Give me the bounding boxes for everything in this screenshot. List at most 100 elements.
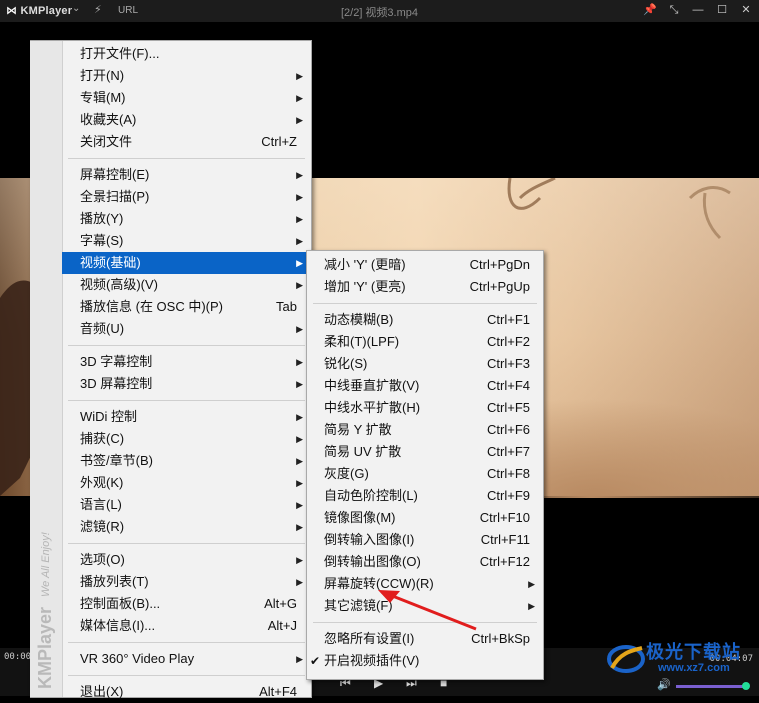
- menu-item[interactable]: 捕获(C) ▶: [62, 428, 311, 450]
- submenu-item-label: 开启视频插件(V): [324, 653, 420, 668]
- pin-icon[interactable]: 📌: [643, 2, 657, 18]
- submenu-item[interactable]: 其它滤镜(F) ▶: [307, 595, 543, 617]
- submenu-item[interactable]: 减小 'Y' (更暗) Ctrl+PgDn: [307, 254, 543, 276]
- menu-item[interactable]: 外观(K) ▶: [62, 472, 311, 494]
- submenu-arrow-icon: ▶: [296, 478, 303, 488]
- menu-item[interactable]: 播放列表(T) ▶: [62, 571, 311, 593]
- menu-item-label: 音频(U): [80, 321, 125, 336]
- submenu-item[interactable]: 动态模糊(B) Ctrl+F1: [307, 309, 543, 331]
- menu-item[interactable]: 视频(基础) ▶: [62, 252, 311, 274]
- submenu-item-label: 其它滤镜(F): [324, 598, 393, 613]
- submenu-item[interactable]: 增加 'Y' (更亮) Ctrl+PgUp: [307, 276, 543, 298]
- minimize-icon[interactable]: —: [691, 2, 705, 18]
- menu-item-label: 语言(L): [80, 497, 122, 512]
- submenu-item[interactable]: 柔和(T)(LPF) Ctrl+F2: [307, 331, 543, 353]
- window-controls: 📌 ⤡ — ☐ ✕: [643, 2, 753, 18]
- maximize-icon[interactable]: ☐: [715, 2, 729, 18]
- menu-separator: [68, 400, 305, 401]
- menu-item[interactable]: 语言(L) ▶: [62, 494, 311, 516]
- submenu-arrow-icon: ▶: [528, 579, 535, 589]
- submenu-arrow-icon: ▶: [296, 434, 303, 444]
- submenu-item-label: 屏幕旋转(CCW)(R): [324, 576, 434, 591]
- submenu-arrow-icon: ▶: [296, 236, 303, 246]
- title-bar: ⋈ KMPlayer ⌄ ⚡ URL [2/2] 视频3.mp4 📌 ⤡ — ☐…: [0, 0, 759, 22]
- menu-item[interactable]: WiDi 控制 ▶: [62, 406, 311, 428]
- menu-item[interactable]: 收藏夹(A) ▶: [62, 109, 311, 131]
- menu-item[interactable]: 3D 屏幕控制 ▶: [62, 373, 311, 395]
- submenu-item[interactable]: 简易 UV 扩散 Ctrl+F7: [307, 441, 543, 463]
- menu-item[interactable]: 播放(Y) ▶: [62, 208, 311, 230]
- submenu-item-shortcut: Ctrl+F4: [487, 378, 530, 393]
- menu-item-label: 视频(高级)(V): [80, 277, 158, 292]
- menu-item[interactable]: 视频(高级)(V) ▶: [62, 274, 311, 296]
- submenu-item[interactable]: 自动色阶控制(L) Ctrl+F9: [307, 485, 543, 507]
- elapsed-time: 00:00: [4, 652, 32, 662]
- submenu-item[interactable]: 镜像图像(M) Ctrl+F10: [307, 507, 543, 529]
- menu-item[interactable]: VR 360° Video Play ▶: [62, 648, 311, 670]
- submenu-arrow-icon: ▶: [296, 324, 303, 334]
- menu-separator: [68, 642, 305, 643]
- submenu-item[interactable]: 灰度(G) Ctrl+F8: [307, 463, 543, 485]
- submenu-item[interactable]: 倒转输入图像(I) Ctrl+F11: [307, 529, 543, 551]
- submenu-item[interactable]: ✔ 开启视频插件(V): [307, 650, 543, 672]
- menu-item[interactable]: 字幕(S) ▶: [62, 230, 311, 252]
- menu-item[interactable]: 滤镜(R) ▶: [62, 516, 311, 538]
- menu-item[interactable]: 媒体信息(I)... Alt+J: [62, 615, 311, 637]
- menu-item[interactable]: 控制面板(B)... Alt+G: [62, 593, 311, 615]
- menu-item[interactable]: 书签/章节(B) ▶: [62, 450, 311, 472]
- menu-item[interactable]: 3D 字幕控制 ▶: [62, 351, 311, 373]
- submenu-item-label: 自动色阶控制(L): [324, 488, 418, 503]
- submenu-item-shortcut: Ctrl+F9: [487, 488, 530, 503]
- watermark-url: www.xz7.com: [658, 662, 730, 674]
- menu-item-label: 3D 屏幕控制: [80, 376, 153, 391]
- menu-item-label: 外观(K): [80, 475, 124, 490]
- submenu-item-shortcut: Ctrl+F2: [487, 334, 530, 349]
- submenu-item[interactable]: 屏幕旋转(CCW)(R) ▶: [307, 573, 543, 595]
- menu-separator: [68, 158, 305, 159]
- menu-item[interactable]: 屏幕控制(E) ▶: [62, 164, 311, 186]
- submenu-item-label: 灰度(G): [324, 466, 369, 481]
- submenu-item-label: 镜像图像(M): [324, 510, 396, 525]
- submenu-item[interactable]: 忽略所有设置(I) Ctrl+BkSp: [307, 628, 543, 650]
- menu-item[interactable]: 退出(X) Alt+F4: [62, 681, 311, 703]
- menu-item[interactable]: 音频(U) ▶: [62, 318, 311, 340]
- submenu-item-shortcut: Ctrl+F3: [487, 356, 530, 371]
- submenu-item-shortcut: Ctrl+PgDn: [469, 257, 530, 272]
- close-icon[interactable]: ✕: [739, 2, 753, 18]
- submenu-item[interactable]: 锐化(S) Ctrl+F3: [307, 353, 543, 375]
- menu-item[interactable]: 选项(O) ▶: [62, 549, 311, 571]
- menu-item[interactable]: 专辑(M) ▶: [62, 87, 311, 109]
- menu-item[interactable]: 播放信息 (在 OSC 中)(P) Tab: [62, 296, 311, 318]
- menu-item-label: 书签/章节(B): [80, 453, 153, 468]
- menu-separator: [68, 345, 305, 346]
- menu-item-label: 收藏夹(A): [80, 112, 137, 127]
- watermark: 极光下载站 www.xz7.com: [606, 636, 756, 686]
- submenu-item-label: 柔和(T)(LPF): [324, 334, 400, 349]
- submenu-item-shortcut: Ctrl+F10: [479, 510, 530, 525]
- menu-item-label: 捕获(C): [80, 431, 125, 446]
- submenu-arrow-icon: ▶: [296, 258, 303, 268]
- menu-item-label: VR 360° Video Play: [80, 651, 195, 666]
- menu-item[interactable]: 关闭文件 Ctrl+Z: [62, 131, 311, 153]
- submenu-item[interactable]: 中线水平扩散(H) Ctrl+F5: [307, 397, 543, 419]
- submenu-arrow-icon: ▶: [296, 522, 303, 532]
- submenu-item[interactable]: 倒转输出图像(O) Ctrl+F12: [307, 551, 543, 573]
- shrink-icon[interactable]: ⤡: [667, 2, 681, 18]
- menu-item-label: 视频(基础): [80, 255, 141, 270]
- submenu-item-label: 倒转输出图像(O): [324, 554, 421, 569]
- menu-item-label: 媒体信息(I)...: [80, 618, 156, 633]
- submenu-arrow-icon: ▶: [296, 654, 303, 664]
- submenu-item-label: 减小 'Y' (更暗): [324, 257, 406, 272]
- menu-brand-strip: We All Enjoy! KMPlayer: [30, 41, 63, 697]
- menu-item-label: 专辑(M): [80, 90, 126, 105]
- submenu-arrow-icon: ▶: [296, 280, 303, 290]
- submenu-item-label: 简易 UV 扩散: [324, 444, 402, 459]
- submenu-item[interactable]: 中线垂直扩散(V) Ctrl+F4: [307, 375, 543, 397]
- menu-item-label: 选项(O): [80, 552, 125, 567]
- submenu-item[interactable]: 简易 Y 扩散 Ctrl+F6: [307, 419, 543, 441]
- menu-item[interactable]: 打开文件(F)...: [62, 43, 311, 65]
- menu-item-shortcut: Tab: [276, 299, 297, 314]
- menu-item-label: 字幕(S): [80, 233, 124, 248]
- menu-item[interactable]: 打开(N) ▶: [62, 65, 311, 87]
- menu-item[interactable]: 全景扫描(P) ▶: [62, 186, 311, 208]
